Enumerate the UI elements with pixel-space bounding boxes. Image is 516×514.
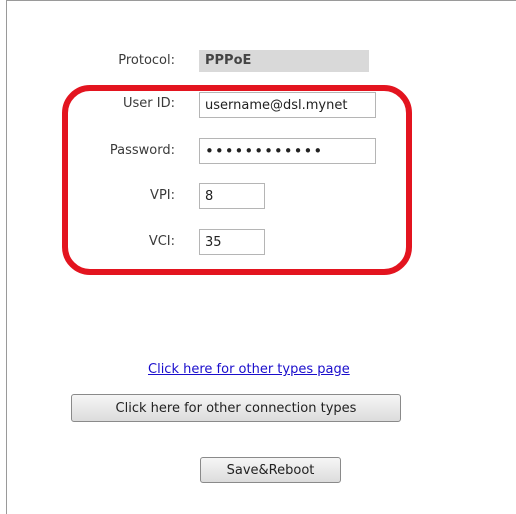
vpi-label: VPI: (150, 188, 175, 203)
other-connection-types-button[interactable]: Click here for other connection types (71, 394, 401, 422)
password-field[interactable]: •••••••••••• (199, 138, 376, 164)
user-id-label: User ID: (123, 96, 175, 111)
user-id-field[interactable] (199, 92, 376, 118)
vci-field[interactable] (199, 229, 265, 255)
save-reboot-button[interactable]: Save&Reboot (200, 457, 341, 483)
password-label: Password: (109, 143, 175, 158)
vci-label: VCI: (148, 234, 175, 249)
protocol-label: Protocol: (118, 53, 175, 68)
protocol-value: PPPoE (199, 50, 369, 72)
other-types-link[interactable]: Click here for other types page (148, 362, 350, 377)
content-frame (6, 0, 516, 514)
vpi-field[interactable] (199, 183, 265, 209)
